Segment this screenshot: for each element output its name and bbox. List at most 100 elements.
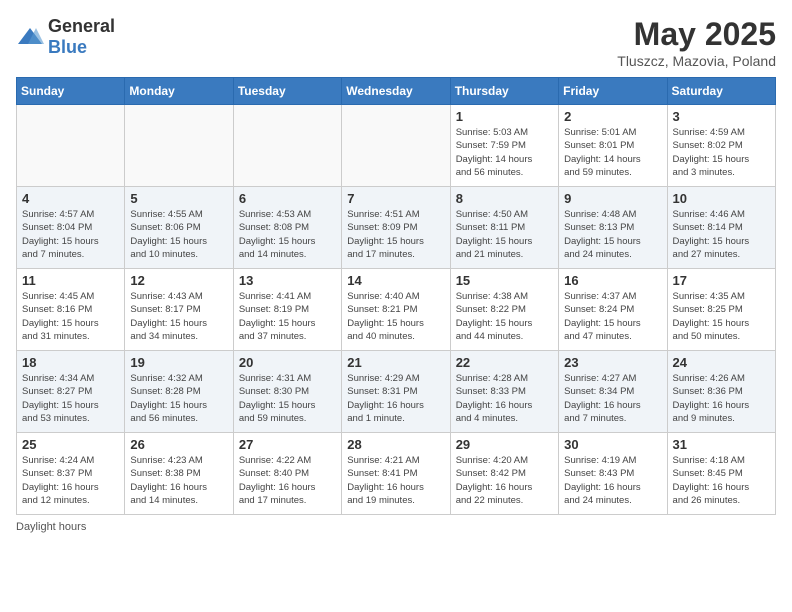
day-info: Sunrise: 5:03 AM Sunset: 7:59 PM Dayligh… [456,126,553,179]
day-number: 7 [347,191,444,206]
day-info: Sunrise: 4:26 AM Sunset: 8:36 PM Dayligh… [673,372,770,425]
col-monday: Monday [125,78,233,105]
day-number: 17 [673,273,770,288]
table-row: 7 Sunrise: 4:51 AM Sunset: 8:09 PM Daylig… [342,187,450,269]
daylight-label: Daylight hours [16,521,86,533]
day-info: Sunrise: 4:22 AM Sunset: 8:40 PM Dayligh… [239,454,336,507]
day-info: Sunrise: 4:18 AM Sunset: 8:45 PM Dayligh… [673,454,770,507]
table-row: 20 Sunrise: 4:31 AM Sunset: 8:30 PM Dayli… [233,351,341,433]
table-row: 3 Sunrise: 4:59 AM Sunset: 8:02 PM Daylig… [667,105,775,187]
day-info: Sunrise: 4:43 AM Sunset: 8:17 PM Dayligh… [130,290,227,343]
day-number: 8 [456,191,553,206]
logo-blue: Blue [48,37,87,57]
table-row: 24 Sunrise: 4:26 AM Sunset: 8:36 PM Dayli… [667,351,775,433]
day-info: Sunrise: 4:45 AM Sunset: 8:16 PM Dayligh… [22,290,119,343]
day-number: 26 [130,437,227,452]
day-number: 27 [239,437,336,452]
day-number: 20 [239,355,336,370]
month-title: May 2025 [617,16,776,53]
day-number: 1 [456,109,553,124]
table-row [125,105,233,187]
day-number: 6 [239,191,336,206]
day-number: 3 [673,109,770,124]
day-info: Sunrise: 4:31 AM Sunset: 8:30 PM Dayligh… [239,372,336,425]
table-row: 2Sunrise: 5:01 AM Sunset: 8:01 PM Daylig… [559,105,667,187]
day-info: Sunrise: 4:51 AM Sunset: 8:09 PM Dayligh… [347,208,444,261]
table-row: 29 Sunrise: 4:20 AM Sunset: 8:42 PM Dayli… [450,433,558,515]
day-number: 29 [456,437,553,452]
logo-icon [16,26,44,48]
calendar-header-row: Sunday Monday Tuesday Wednesday Thursday… [17,78,776,105]
table-row: 17Sunrise: 4:35 AM Sunset: 8:25 PM Dayli… [667,269,775,351]
day-number: 19 [130,355,227,370]
day-info: Sunrise: 4:20 AM Sunset: 8:42 PM Dayligh… [456,454,553,507]
day-info: Sunrise: 4:19 AM Sunset: 8:43 PM Dayligh… [564,454,661,507]
table-row: 28Sunrise: 4:21 AM Sunset: 8:41 PM Dayli… [342,433,450,515]
day-number: 30 [564,437,661,452]
day-number: 5 [130,191,227,206]
col-sunday: Sunday [17,78,125,105]
table-row: 21 Sunrise: 4:29 AM Sunset: 8:31 PM Dayli… [342,351,450,433]
day-info: Sunrise: 4:23 AM Sunset: 8:38 PM Dayligh… [130,454,227,507]
table-row: 19 Sunrise: 4:32 AM Sunset: 8:28 PM Dayli… [125,351,233,433]
table-row [17,105,125,187]
logo-text: General Blue [48,16,115,58]
day-number: 11 [22,273,119,288]
day-number: 16 [564,273,661,288]
table-row: 23 Sunrise: 4:27 AM Sunset: 8:34 PM Dayli… [559,351,667,433]
calendar-week-row: 25 Sunrise: 4:24 AM Sunset: 8:37 PM Dayli… [17,433,776,515]
day-info: Sunrise: 4:38 AM Sunset: 8:22 PM Dayligh… [456,290,553,343]
table-row: 10 Sunrise: 4:46 AM Sunset: 8:14 PM Dayli… [667,187,775,269]
day-info: Sunrise: 4:46 AM Sunset: 8:14 PM Dayligh… [673,208,770,261]
day-info: Sunrise: 4:32 AM Sunset: 8:28 PM Dayligh… [130,372,227,425]
table-row: 14Sunrise: 4:40 AM Sunset: 8:21 PM Dayli… [342,269,450,351]
table-row: 31Sunrise: 4:18 AM Sunset: 8:45 PM Dayli… [667,433,775,515]
table-row: 15Sunrise: 4:38 AM Sunset: 8:22 PM Dayli… [450,269,558,351]
page-header: General Blue May 2025 Tluszcz, Mazovia, … [16,16,776,69]
col-tuesday: Tuesday [233,78,341,105]
calendar-week-row: 4Sunrise: 4:57 AM Sunset: 8:04 PM Daylig… [17,187,776,269]
day-info: Sunrise: 4:24 AM Sunset: 8:37 PM Dayligh… [22,454,119,507]
calendar-body: 1 Sunrise: 5:03 AM Sunset: 7:59 PM Daylig… [17,105,776,515]
table-row: 25 Sunrise: 4:24 AM Sunset: 8:37 PM Dayli… [17,433,125,515]
day-number: 25 [22,437,119,452]
calendar-week-row: 18 Sunrise: 4:34 AM Sunset: 8:27 PM Dayli… [17,351,776,433]
table-row: 12 Sunrise: 4:43 AM Sunset: 8:17 PM Dayli… [125,269,233,351]
day-info: Sunrise: 4:50 AM Sunset: 8:11 PM Dayligh… [456,208,553,261]
table-row: 8 Sunrise: 4:50 AM Sunset: 8:11 PM Daylig… [450,187,558,269]
day-info: Sunrise: 4:21 AM Sunset: 8:41 PM Dayligh… [347,454,444,507]
day-info: Sunrise: 4:55 AM Sunset: 8:06 PM Dayligh… [130,208,227,261]
day-number: 24 [673,355,770,370]
table-row: 11 Sunrise: 4:45 AM Sunset: 8:16 PM Dayli… [17,269,125,351]
table-row: 1 Sunrise: 5:03 AM Sunset: 7:59 PM Daylig… [450,105,558,187]
day-number: 23 [564,355,661,370]
day-info: Sunrise: 4:41 AM Sunset: 8:19 PM Dayligh… [239,290,336,343]
calendar-week-row: 11 Sunrise: 4:45 AM Sunset: 8:16 PM Dayli… [17,269,776,351]
location-title: Tluszcz, Mazovia, Poland [617,53,776,69]
day-number: 22 [456,355,553,370]
col-friday: Friday [559,78,667,105]
title-block: May 2025 Tluszcz, Mazovia, Poland [617,16,776,69]
day-info: Sunrise: 4:29 AM Sunset: 8:31 PM Dayligh… [347,372,444,425]
day-number: 10 [673,191,770,206]
day-number: 14 [347,273,444,288]
table-row: 5 Sunrise: 4:55 AM Sunset: 8:06 PM Daylig… [125,187,233,269]
day-number: 12 [130,273,227,288]
day-info: Sunrise: 4:48 AM Sunset: 8:13 PM Dayligh… [564,208,661,261]
col-thursday: Thursday [450,78,558,105]
day-number: 9 [564,191,661,206]
day-number: 13 [239,273,336,288]
day-number: 18 [22,355,119,370]
table-row: 30 Sunrise: 4:19 AM Sunset: 8:43 PM Dayli… [559,433,667,515]
table-row: 13 Sunrise: 4:41 AM Sunset: 8:19 PM Dayli… [233,269,341,351]
day-info: Sunrise: 4:27 AM Sunset: 8:34 PM Dayligh… [564,372,661,425]
day-number: 21 [347,355,444,370]
footer: Daylight hours [16,521,776,533]
day-info: Sunrise: 4:34 AM Sunset: 8:27 PM Dayligh… [22,372,119,425]
day-info: Sunrise: 4:37 AM Sunset: 8:24 PM Dayligh… [564,290,661,343]
calendar-week-row: 1 Sunrise: 5:03 AM Sunset: 7:59 PM Daylig… [17,105,776,187]
day-number: 2 [564,109,661,124]
table-row: 27 Sunrise: 4:22 AM Sunset: 8:40 PM Dayli… [233,433,341,515]
table-row: 18 Sunrise: 4:34 AM Sunset: 8:27 PM Dayli… [17,351,125,433]
day-info: Sunrise: 4:59 AM Sunset: 8:02 PM Dayligh… [673,126,770,179]
